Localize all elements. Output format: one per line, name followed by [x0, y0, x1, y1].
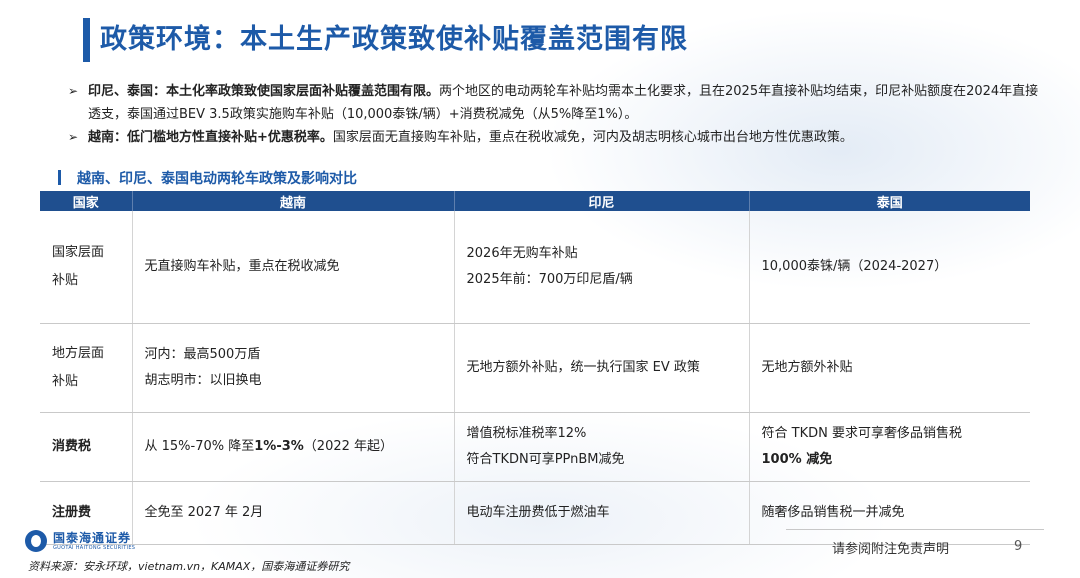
cell-indonesia: 2026年无购车补贴 2025年前：700万印尼盾/辆 [454, 211, 750, 324]
logo-name-cn: 国泰海通证券 [53, 530, 132, 545]
cell-vietnam: 无直接购车补贴，重点在税收减免 [132, 211, 455, 324]
bullet-indonesia-thailand: ➢ 印尼、泰国：本土化率政策致使国家层面补贴覆盖范围有限。两个地区的电动两轮车补… [68, 80, 1040, 126]
source-note: 资料来源：安永环球，vietnam.vn，KAMAX，国泰海通证券研究 [28, 560, 350, 573]
policy-comparison-table: 国家 越南 印尼 泰国 国家层面 补贴 无直接购车补贴，重点在税收减免 2026… [40, 191, 1030, 545]
title-accent-bar [83, 18, 90, 62]
cell-vietnam: 河内：最高500万盾 胡志明市：以旧换电 [132, 323, 455, 413]
table-row: 地方层面 补贴 河内：最高500万盾 胡志明市：以旧换电 无地方额外补贴，统一执… [40, 323, 1030, 413]
row-label: 消费税 [40, 412, 133, 482]
table-row: 国家层面 补贴 无直接购车补贴，重点在税收减免 2026年无购车补贴 2025年… [40, 211, 1030, 324]
arrow-bullet-icon: ➢ [68, 130, 79, 144]
header-indonesia: 印尼 [454, 191, 750, 211]
header-country: 国家 [40, 191, 133, 211]
bullet-list: ➢ 印尼、泰国：本土化率政策致使国家层面补贴覆盖范围有限。两个地区的电动两轮车补… [68, 80, 1040, 149]
company-logo: 国泰海通证券 GUOTAI HAITONG SECURITIES [25, 529, 135, 553]
bullet-lead: 越南：低门槛地方性直接补贴+优惠税率。 [88, 130, 333, 145]
section-title-text: 越南、印尼、泰国电动两轮车政策及影响对比 [77, 171, 357, 187]
cell-vietnam: 全免至 2027 年 2月 [132, 481, 455, 545]
cell-thailand: 无地方额外补贴 [749, 323, 1030, 413]
cell-indonesia: 增值税标准税率12% 符合TKDN可享PPnBM减免 [454, 412, 750, 482]
cell-indonesia: 无地方额外补贴，统一执行国家 EV 政策 [454, 323, 750, 413]
table-header-row: 国家 越南 印尼 泰国 [40, 191, 1030, 211]
cell-indonesia: 电动车注册费低于燃油车 [454, 481, 750, 545]
bullet-lead: 印尼、泰国：本土化率政策致使国家层面补贴覆盖范围有限。 [88, 84, 440, 99]
table-row: 注册费 全免至 2027 年 2月 电动车注册费低于燃油车 随奢侈品销售税一并减… [40, 481, 1030, 545]
cell-vietnam: 从 15%-70% 降至1%-3%（2022 年起） [132, 412, 455, 482]
arrow-bullet-icon: ➢ [68, 84, 79, 98]
footer-divider [786, 529, 1044, 530]
cell-thailand: 符合 TKDN 要求可享奢侈品销售税 100% 减免 [749, 412, 1030, 482]
row-label: 地方层面 补贴 [40, 323, 133, 413]
header-vietnam: 越南 [132, 191, 455, 211]
logo-icon [25, 530, 47, 552]
row-label: 国家层面 补贴 [40, 211, 133, 324]
header-thailand: 泰国 [749, 191, 1030, 211]
bullet-vietnam: ➢ 越南：低门槛地方性直接补贴+优惠税率。国家层面无直接购车补贴，重点在税收减免… [68, 126, 1040, 149]
page-title: 政策环境：本土生产政策致使补贴覆盖范围有限 [100, 24, 688, 55]
table-row: 消费税 从 15%-70% 降至1%-3%（2022 年起） 增值税标准税率12… [40, 412, 1030, 482]
section-mark [58, 170, 61, 185]
section-title: 越南、印尼、泰国电动两轮车政策及影响对比 [58, 168, 357, 190]
page-number: 9 [1014, 539, 1023, 554]
cell-thailand: 10,000泰铢/辆（2024-2027） [749, 211, 1030, 324]
bullet-text: 国家层面无直接购车补贴，重点在税收减免，河内及胡志明核心城市出台地方性优惠政策。 [332, 130, 853, 145]
cell-thailand: 随奢侈品销售税一并减免 [749, 481, 1030, 545]
logo-name-en: GUOTAI HAITONG SECURITIES [53, 544, 136, 551]
disclaimer-note: 请参阅附注免责声明 [832, 542, 950, 557]
